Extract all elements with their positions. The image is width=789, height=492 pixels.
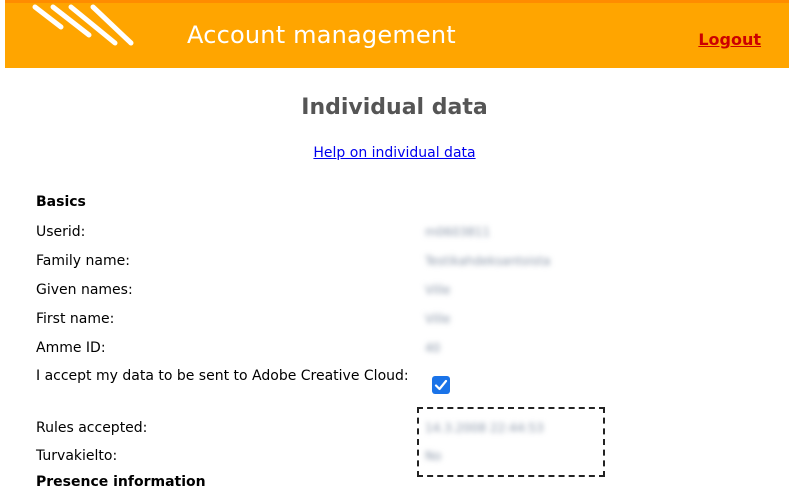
label-turvakielto: Turvakielto: [36, 448, 118, 464]
logo-stripes-icon [32, 4, 134, 46]
value-given-names: Ville [425, 283, 451, 297]
value-amme-id: 40 [425, 341, 441, 355]
label-adobe-consent: I accept my data to be sent to Adobe Cre… [36, 368, 409, 384]
label-first-name: First name: [36, 311, 115, 327]
section-heading-basics: Basics [36, 194, 86, 210]
help-link-container: Help on individual data [0, 145, 789, 161]
label-amme-id: Amme ID: [36, 340, 106, 356]
label-given-names: Given names: [36, 282, 133, 298]
label-family-name: Family name: [36, 253, 130, 269]
value-family-name: Testikahdeksantoista [425, 254, 551, 268]
app-title: Account management [187, 21, 456, 49]
page-title: Individual data [301, 95, 488, 120]
adobe-consent-checkbox[interactable] [432, 376, 450, 394]
section-heading-presence: Presence information [36, 474, 206, 490]
value-userid: m0603811 [425, 225, 491, 239]
label-rules-accepted: Rules accepted: [36, 420, 148, 436]
app-header: Account management Logout [5, 0, 789, 68]
logout-link[interactable]: Logout [698, 30, 761, 49]
highlight-dashed-box [417, 407, 605, 477]
label-userid: Userid: [36, 224, 86, 240]
help-individual-data-link[interactable]: Help on individual data [313, 145, 475, 161]
value-first-name: Ville [425, 312, 451, 326]
checkmark-icon [434, 379, 448, 391]
